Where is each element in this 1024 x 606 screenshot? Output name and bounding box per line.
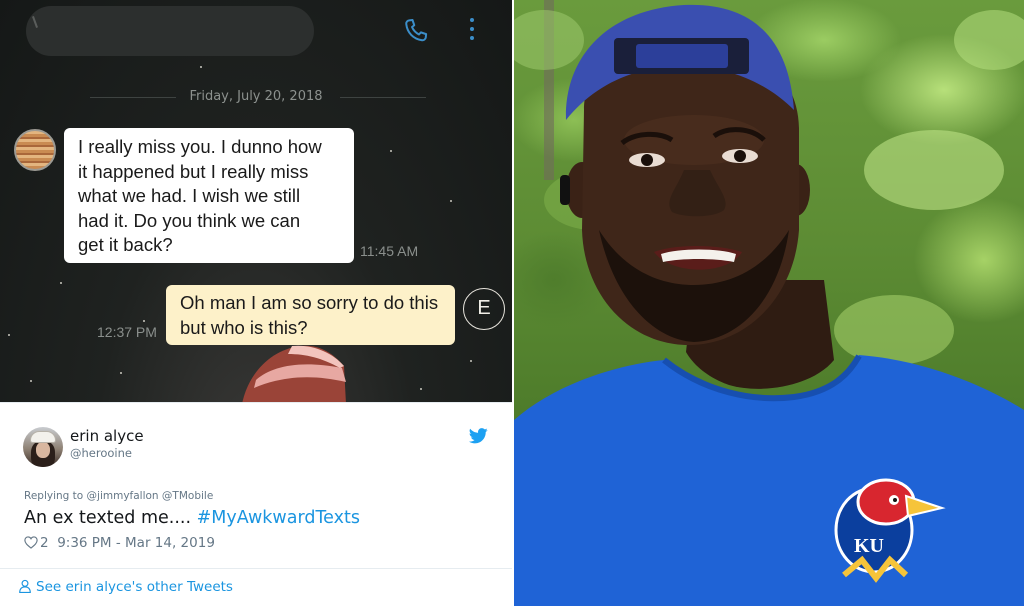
person-icon xyxy=(19,579,31,593)
message-line: had it. Do you think we can xyxy=(78,209,301,231)
message-line: I really miss you. I dunno how xyxy=(78,136,322,157)
message-line: Oh man I am so sorry to do this xyxy=(180,292,439,313)
star xyxy=(8,334,10,336)
author-name[interactable]: erin alyce xyxy=(70,427,144,445)
contact-name-redacted xyxy=(26,6,314,56)
message-line: get it back? xyxy=(78,234,173,255)
selfie-illustration: KU xyxy=(514,4,1024,606)
star xyxy=(390,150,392,152)
planet-wallpaper-graphic xyxy=(242,345,346,402)
tweet-screenshot-panel: Friday, July 20, 2018 I really miss you.… xyxy=(0,0,512,606)
message-line: what we had. I wish we still xyxy=(78,185,301,206)
outgoing-message-bubble[interactable]: Oh man I am so sorry to do this but who … xyxy=(166,285,455,345)
tweet-body: An ex texted me.... xyxy=(24,508,197,528)
message-line: but who is this? xyxy=(180,316,308,338)
date-separator: Friday, July 20, 2018 xyxy=(0,86,512,108)
star xyxy=(200,66,202,68)
tweet-text: An ex texted me.... #MyAwkwardTexts xyxy=(24,508,360,528)
outgoing-timestamp: 12:37 PM xyxy=(97,324,157,340)
twitter-bird-icon[interactable] xyxy=(469,428,488,444)
blue-shirt xyxy=(514,355,1024,606)
tweet-timestamp[interactable]: 9:36 PM - Mar 14, 2019 xyxy=(57,535,215,551)
star xyxy=(143,320,145,322)
incoming-message-bubble[interactable]: I really miss you. I dunno how it happen… xyxy=(64,128,354,263)
replying-to-line: Replying to @jimmyfallon @TMobile xyxy=(24,490,214,502)
own-avatar-letter: E xyxy=(463,288,505,330)
tweet-meta: 2 9:36 PM - Mar 14, 2019 xyxy=(24,533,215,553)
sms-conversation-screenshot: Friday, July 20, 2018 I really miss you.… xyxy=(0,0,512,402)
heart-icon[interactable] xyxy=(24,536,38,549)
shirt-logo-text: KU xyxy=(854,535,884,557)
message-line: it happened but I really miss xyxy=(78,160,309,182)
see-other-tweets-label[interactable]: See erin alyce's other Tweets xyxy=(36,579,233,595)
star xyxy=(470,360,472,362)
star xyxy=(60,282,62,284)
sender-avatar xyxy=(14,129,56,171)
tweet-card: erin alyce @herooine Replying to @jimmyf… xyxy=(0,402,512,606)
more-vertical-icon[interactable] xyxy=(465,18,479,44)
star xyxy=(420,388,422,390)
selfie-photo: KU xyxy=(514,0,1024,606)
hashtag-link[interactable]: #MyAwkwardTexts xyxy=(197,508,360,528)
author-avatar[interactable] xyxy=(23,427,63,467)
conversation-date: Friday, July 20, 2018 xyxy=(189,89,323,104)
author-handle[interactable]: @herooine xyxy=(70,446,132,460)
phone-icon[interactable] xyxy=(401,16,431,46)
star xyxy=(120,372,122,374)
like-count[interactable]: 2 xyxy=(40,535,49,551)
divider xyxy=(0,568,512,569)
star xyxy=(30,380,32,382)
see-other-tweets-link[interactable]: See erin alyce's other Tweets xyxy=(18,579,233,595)
star xyxy=(450,200,452,202)
incoming-timestamp: 11:45 AM xyxy=(360,243,419,259)
